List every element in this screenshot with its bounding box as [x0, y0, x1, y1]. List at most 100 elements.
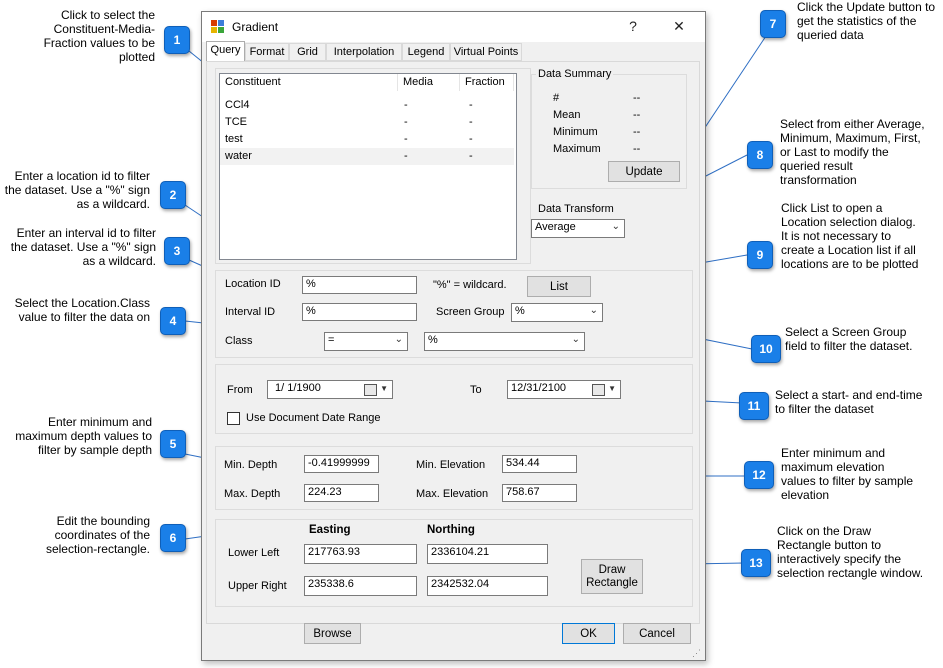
- lower-left-easting-input[interactable]: 217763.93: [304, 544, 417, 564]
- cell-constituent: water: [225, 150, 252, 162]
- data-transform-select[interactable]: Average ⌄: [531, 219, 625, 238]
- screen-group-label: Screen Group: [436, 306, 505, 318]
- upper-right-northing-input[interactable]: 2342532.04: [427, 576, 548, 596]
- to-label: To: [470, 384, 482, 396]
- tab-legend[interactable]: Legend: [402, 43, 450, 61]
- browse-button[interactable]: Browse: [304, 623, 361, 644]
- tab-format[interactable]: Format: [245, 43, 289, 61]
- list-item[interactable]: test - -: [220, 131, 516, 148]
- callout-badge-13: 13: [741, 549, 771, 577]
- cancel-button[interactable]: Cancel: [623, 623, 691, 644]
- draw-rectangle-line1: Draw: [598, 563, 626, 576]
- calendar-icon: [592, 384, 605, 396]
- callout-badge-2: 2: [160, 181, 186, 209]
- callout-note-9: Click List to open a Location selection …: [781, 201, 919, 271]
- list-button[interactable]: List: [527, 276, 591, 297]
- max-depth-input[interactable]: 224.23: [304, 484, 379, 502]
- lower-left-northing-input[interactable]: 2336104.21: [427, 544, 548, 564]
- dropdown-arrow-icon: ▼: [608, 384, 616, 393]
- constituent-list[interactable]: Constituent Media Fraction CCl4 - - TCE …: [219, 73, 517, 260]
- min-elevation-label: Min. Elevation: [416, 459, 486, 471]
- class-operator-select[interactable]: = ⌄: [324, 332, 408, 351]
- summary-mean-value: --: [633, 109, 641, 121]
- cell-constituent: test: [225, 133, 243, 145]
- help-button[interactable]: ?: [618, 18, 648, 34]
- summary-max-label: Maximum: [553, 143, 601, 155]
- interval-id-label: Interval ID: [225, 306, 276, 318]
- draw-rectangle-button[interactable]: Draw Rectangle: [581, 559, 643, 594]
- callout-badge-7: 7: [760, 10, 786, 38]
- summary-max-value: --: [633, 143, 641, 155]
- min-elevation-input[interactable]: 534.44: [502, 455, 577, 473]
- close-icon[interactable]: ✕: [664, 18, 694, 35]
- northing-header: Northing: [427, 524, 475, 536]
- callout-badge-10: 10: [751, 335, 781, 363]
- callout-note-1: Click to select the Constituent-Media-Fr…: [43, 8, 155, 64]
- list-item[interactable]: CCl4 - -: [220, 97, 516, 114]
- tab-query[interactable]: Query: [206, 41, 245, 62]
- callout-note-12: Enter minimum and maximum elevation valu…: [781, 446, 914, 502]
- callout-badge-8: 8: [747, 141, 773, 169]
- data-transform-label: Data Transform: [538, 203, 614, 215]
- callout-badge-4: 4: [160, 307, 186, 335]
- chevron-down-icon: ⌄: [571, 334, 580, 345]
- class-operator-value: =: [328, 334, 335, 346]
- use-document-date-range-label: Use Document Date Range: [246, 412, 381, 424]
- update-button[interactable]: Update: [608, 161, 680, 182]
- cell-fraction: -: [469, 133, 473, 145]
- cell-fraction: -: [469, 99, 473, 111]
- class-value: %: [428, 334, 438, 346]
- location-id-input[interactable]: %: [302, 276, 417, 294]
- callout-note-5: Enter minimum and maximum depth values t…: [15, 415, 152, 457]
- gradient-dialog: Gradient ? ✕ Query Format Grid Interpola…: [201, 11, 706, 661]
- callout-note-10: Select a Screen Group field to filter th…: [785, 325, 913, 353]
- tab-virtual-points[interactable]: Virtual Points: [450, 43, 522, 61]
- wildcard-hint: "%" = wildcard.: [433, 279, 507, 291]
- column-header-media[interactable]: Media: [398, 74, 460, 91]
- to-date-picker[interactable]: 12/31/2100 ▼: [507, 380, 621, 399]
- class-label: Class: [225, 335, 253, 347]
- ok-button[interactable]: OK: [562, 623, 615, 644]
- class-value-select[interactable]: % ⌄: [424, 332, 585, 351]
- list-item[interactable]: TCE - -: [220, 114, 516, 131]
- depth-elevation-group: [215, 446, 693, 510]
- tab-interpolation[interactable]: Interpolation: [326, 43, 402, 61]
- chevron-down-icon: ⌄: [589, 305, 598, 316]
- to-date-value: 12/31/2100: [511, 382, 567, 394]
- resize-grip-icon[interactable]: ⋰: [692, 648, 701, 659]
- from-date-picker[interactable]: 1/ 1/1900 ▼: [267, 380, 393, 399]
- gradient-app-icon: [211, 20, 224, 33]
- cell-fraction: -: [469, 116, 473, 128]
- callout-badge-11: 11: [739, 392, 769, 420]
- title-bar[interactable]: Gradient ? ✕: [202, 12, 705, 42]
- data-summary-title: Data Summary: [536, 68, 614, 80]
- chevron-down-icon: ⌄: [611, 221, 620, 232]
- callout-badge-3: 3: [164, 237, 190, 265]
- screen-group-select[interactable]: % ⌄: [511, 303, 603, 322]
- cell-media: -: [404, 150, 408, 162]
- column-header-constituent[interactable]: Constituent: [220, 74, 398, 91]
- easting-header: Easting: [309, 524, 351, 536]
- callout-badge-5: 5: [160, 430, 186, 458]
- cell-fraction: -: [469, 150, 473, 162]
- callout-note-2: Enter a location id to filter the datase…: [4, 169, 150, 211]
- callout-note-4: Select the Location.Class value to filte…: [14, 296, 150, 324]
- summary-min-label: Minimum: [553, 126, 598, 138]
- column-header-fraction[interactable]: Fraction: [460, 74, 514, 91]
- tab-grid[interactable]: Grid: [289, 43, 326, 61]
- summary-count-value: --: [633, 92, 641, 104]
- max-elevation-input[interactable]: 758.67: [502, 484, 577, 502]
- callout-badge-1: 1: [164, 26, 190, 54]
- use-document-date-range-checkbox[interactable]: [227, 412, 240, 425]
- list-item-selected[interactable]: water - -: [220, 148, 514, 165]
- summary-count-label: #: [553, 92, 560, 104]
- min-depth-label: Min. Depth: [224, 459, 278, 471]
- interval-id-input[interactable]: %: [302, 303, 417, 321]
- location-id-label: Location ID: [225, 278, 281, 290]
- min-depth-input[interactable]: -0.41999999: [304, 455, 379, 473]
- callout-note-7: Click the Update button to get the stati…: [797, 0, 936, 42]
- upper-right-easting-input[interactable]: 235338.6: [304, 576, 417, 596]
- callout-note-6: Edit the bounding coordinates of the sel…: [45, 514, 150, 556]
- window-title: Gradient: [232, 20, 279, 34]
- max-depth-label: Max. Depth: [224, 488, 281, 500]
